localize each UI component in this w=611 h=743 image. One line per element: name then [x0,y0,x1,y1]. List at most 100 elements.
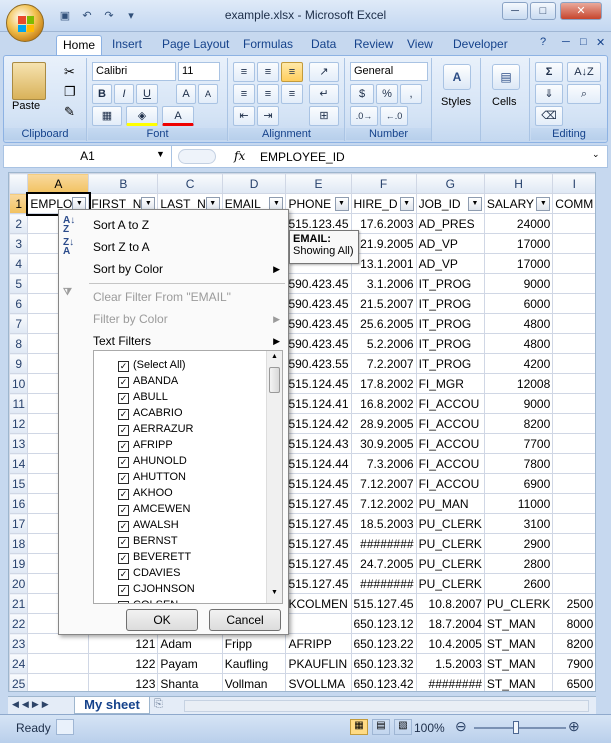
cell[interactable]: Adam [157,633,223,654]
checkbox-checked-icon[interactable]: ✓ [118,441,129,452]
horizontal-scrollbar[interactable] [184,700,589,712]
column-header[interactable]: I [552,173,595,194]
cell[interactable]: AD_VP [415,233,485,254]
cell[interactable] [552,493,595,514]
cell[interactable]: 515.124.45 [285,473,352,494]
cell[interactable]: FI_ACCOU [415,453,485,474]
workbook-close-icon[interactable]: ✕ [596,36,605,49]
cell[interactable]: AD_PRES [415,213,485,234]
cell[interactable]: 590.423.45 [285,313,352,334]
checkbox-checked-icon[interactable]: ✓ [118,425,129,436]
styles-button[interactable]: Styles [441,96,471,108]
cell[interactable]: 515.127.45 [285,513,352,534]
cell[interactable]: 10.4.2005 [415,633,485,654]
cell[interactable]: 24.7.2005 [350,553,417,574]
filter-list-scrollbar[interactable]: ▲ ▼ [266,351,282,603]
close-button[interactable]: ✕ [560,2,602,20]
cell[interactable]: 590.423.45 [285,333,352,354]
align-center-button[interactable]: ≡ [257,84,279,104]
ribbon-minimize-icon[interactable]: ─ [562,36,570,48]
paste-label[interactable]: Paste [12,100,40,112]
tab-formulas[interactable]: Formulas [237,35,299,56]
cell[interactable]: 28.9.2005 [350,413,417,434]
zoom-slider-thumb[interactable] [513,721,519,734]
tab-insert[interactable]: Insert [106,35,148,56]
cell[interactable]: IT_PROG [415,293,485,314]
decrease-decimal-button[interactable]: ←.0 [380,106,408,126]
row-header[interactable]: 13 [9,433,29,454]
cell[interactable]: 24000 [483,213,554,234]
cell[interactable]: SVOLLMA [285,673,352,691]
cell[interactable]: 515.124.45 [285,373,352,394]
filter-dropdown-icon[interactable]: ▼ [334,196,349,211]
scroll-thumb[interactable] [269,367,280,393]
cell[interactable]: 2800 [483,553,554,574]
name-box-dropdown-icon[interactable]: ▼ [156,149,165,159]
filter-value-item[interactable]: ✓ AMCEWEN [118,501,190,517]
cells-icon[interactable]: ▤ [492,64,520,90]
filter-value-item[interactable]: ✓ (Select All) [118,357,186,373]
row-header[interactable]: 14 [9,453,29,474]
filter-value-item[interactable]: ✓ AERRAZUR [118,421,194,437]
cell[interactable]: Payam [157,653,223,674]
row-header[interactable]: 16 [9,493,29,514]
header-cell[interactable]: PHONE ▼ [285,193,352,214]
row-header[interactable]: 6 [9,293,29,314]
filter-dropdown-icon[interactable]: ▼ [467,196,482,211]
cell[interactable] [285,613,352,634]
column-header[interactable]: B [88,173,159,194]
cell[interactable] [552,313,595,334]
cell[interactable] [552,333,595,354]
styles-icon[interactable]: A [443,64,471,90]
column-header[interactable]: H [483,173,554,194]
page-layout-view-icon[interactable]: ▤ [372,719,390,735]
cell[interactable]: 17000 [483,233,554,254]
row-header[interactable]: 9 [9,353,29,374]
cell[interactable]: 590.423.45 [285,293,352,314]
align-bottom-button[interactable]: ≡ [281,62,303,82]
cell[interactable] [552,473,595,494]
cell[interactable]: FI_ACCOU [415,413,485,434]
currency-button[interactable]: $ [350,84,374,104]
tab-review[interactable]: Review [348,35,399,56]
tab-view[interactable]: View [401,35,439,56]
cell[interactable]: 7900 [552,653,595,674]
sheet-nav-icon[interactable]: ◀◀▶▶ [12,699,52,710]
cell[interactable]: 11000 [483,493,554,514]
cell[interactable]: ST_MAN [483,653,554,674]
zoom-level[interactable]: 100% [414,721,445,735]
cell[interactable]: 18.7.2004 [415,613,485,634]
cell[interactable]: 2900 [483,533,554,554]
row-header[interactable]: 20 [9,573,29,594]
cell[interactable]: FI_ACCOU [415,433,485,454]
sort-by-color-item[interactable]: Sort by Color ▶ [59,258,288,280]
filter-value-item[interactable]: ✓ AHUTTON [118,469,186,485]
paste-icon[interactable] [12,62,46,100]
cell[interactable]: AD_VP [415,253,485,274]
filter-dropdown-icon[interactable]: ▼ [399,196,414,211]
cell[interactable]: 6500 [552,673,595,691]
find-select-button[interactable]: ⌕ [567,84,601,104]
column-header[interactable]: F [350,173,417,194]
merge-center-button[interactable]: ⊞ [309,106,339,126]
wrap-text-button[interactable]: ↵ [309,84,339,104]
checkbox-checked-icon[interactable]: ✓ [118,505,129,516]
checkbox-checked-icon[interactable]: ✓ [118,521,129,532]
shrink-font-button[interactable]: A [198,84,218,104]
row-header[interactable]: 22 [9,613,29,634]
cell[interactable]: 650.123.42 [350,673,417,691]
office-button[interactable] [6,4,44,42]
cell[interactable]: 6900 [483,473,554,494]
cell[interactable]: 6000 [483,293,554,314]
filter-value-item[interactable]: ✓ BERNST [118,533,178,549]
cell[interactable]: 515.127.45 [285,573,352,594]
decrease-indent-button[interactable]: ⇤ [233,106,255,126]
column-header[interactable]: G [415,173,485,194]
sort-filter-button[interactable]: A↓Z [567,62,601,82]
cell[interactable]: 3100 [483,513,554,534]
tab-home[interactable]: Home [56,35,103,56]
cell[interactable] [552,233,595,254]
cell[interactable]: Kaufling [221,653,287,674]
normal-view-icon[interactable]: ▦ [350,719,368,735]
cell[interactable]: FI_ACCOU [415,393,485,414]
